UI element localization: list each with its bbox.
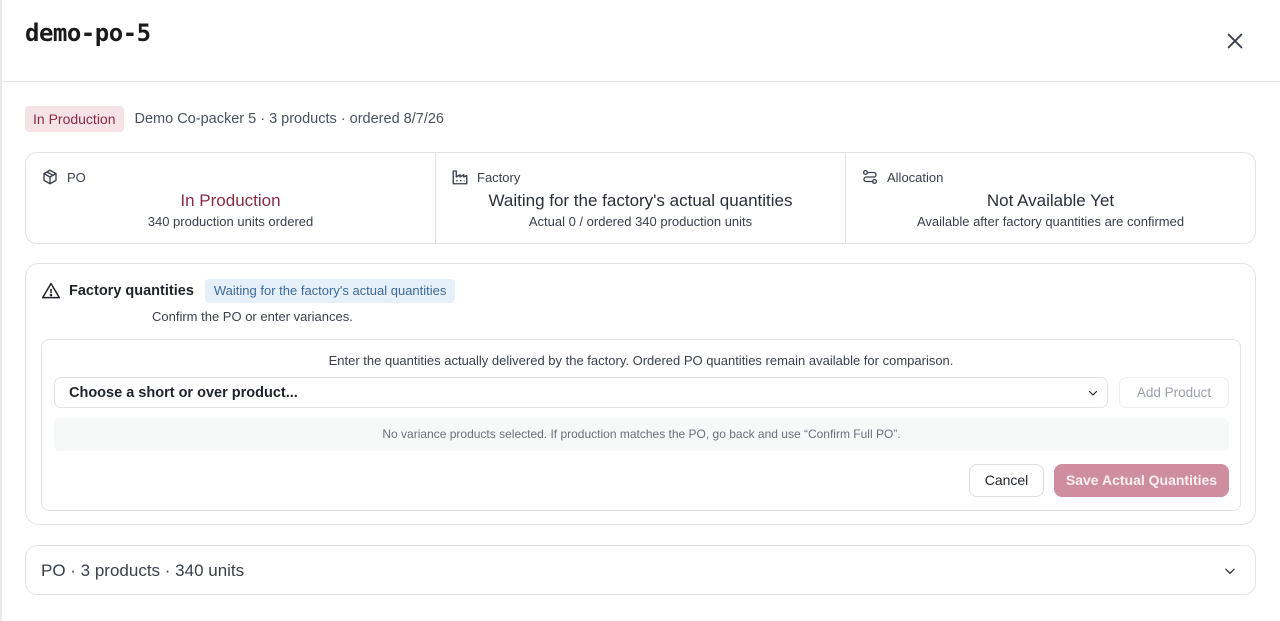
po-card-value: In Production — [180, 191, 281, 210]
empty-variance-message: No variance products selected. If produc… — [54, 418, 1229, 451]
status-badge: In Production — [25, 106, 124, 132]
po-meta: Demo Co-packer 5 · 3 products · ordered … — [134, 111, 444, 127]
factory-quantities-description: Confirm the PO or enter variances. — [152, 309, 353, 324]
factory-card-value: Waiting for the factory's actual quantit… — [488, 191, 793, 210]
po-summary-accordion[interactable]: PO · 3 products · 340 units — [25, 545, 1256, 595]
modal-header: demo-po-5 — [2, 0, 1280, 82]
po-summary-text: PO · 3 products · 340 units — [41, 561, 245, 580]
variance-instructions: Enter the quantities actually delivered … — [328, 353, 954, 368]
package-icon — [43, 169, 57, 185]
variance-form: Enter the quantities actually delivered … — [41, 339, 1241, 511]
modal-title: demo-po-5 — [25, 19, 151, 47]
allocation-card: Allocation Not Available Yet Available a… — [846, 153, 1255, 243]
allocation-card-sub: Available after factory quantities are c… — [916, 214, 1185, 229]
warning-icon — [41, 282, 61, 299]
variance-product-select[interactable]: Choose a short or over product... — [54, 377, 1108, 408]
allocation-icon — [862, 169, 878, 185]
allocation-card-value: Not Available Yet — [986, 191, 1115, 210]
close-icon — [1227, 33, 1243, 49]
factory-card-sub: Actual 0 / ordered 340 production units — [528, 214, 753, 229]
factory-card-label: Factory — [477, 169, 521, 185]
cancel-button[interactable]: Cancel — [969, 464, 1044, 497]
factory-status-chip: Waiting for the factory's actual quantit… — [204, 279, 456, 303]
factory-quantities-title: Factory quantities — [69, 283, 194, 299]
status-row: In Production Demo Co-packer 5 · 3 produ… — [25, 106, 444, 132]
close-button[interactable] — [1224, 30, 1246, 52]
allocation-card-label: Allocation — [887, 169, 944, 185]
modal-dialog: demo-po-5 In Production Demo Co-packer 5… — [2, 0, 1280, 621]
factory-quantities-panel: Factory quantities Waiting for the facto… — [25, 263, 1256, 525]
po-card-sub: 340 production units ordered — [147, 214, 314, 229]
factory-icon — [452, 170, 468, 185]
po-card: PO In Production 340 production units or… — [26, 153, 436, 243]
chevron-down-icon — [1088, 390, 1098, 396]
factory-card: Factory Waiting for the factory's actual… — [436, 153, 846, 243]
variance-product-select-value: Choose a short or over product... — [69, 385, 298, 401]
po-card-label: PO — [67, 169, 86, 185]
chevron-down-icon — [1225, 568, 1235, 575]
save-actual-quantities-button[interactable]: Save Actual Quantities — [1054, 464, 1229, 497]
status-cards: PO In Production 340 production units or… — [25, 152, 1256, 244]
add-product-button[interactable]: Add Product — [1119, 377, 1229, 408]
